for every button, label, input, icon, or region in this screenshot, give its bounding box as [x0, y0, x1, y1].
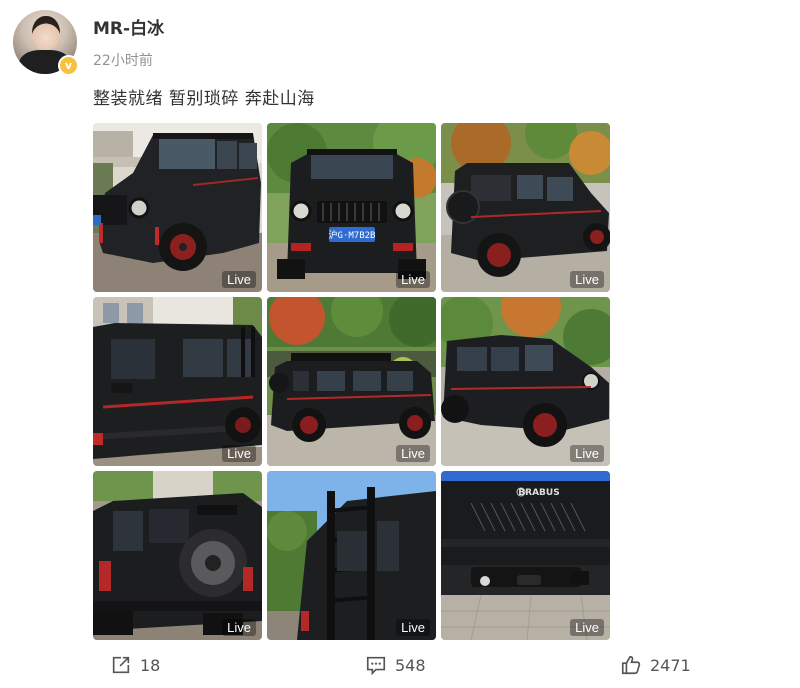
photo-1[interactable]: Live	[93, 123, 262, 292]
post-text: 整装就绪 暂别琐碎 奔赴山海	[93, 89, 315, 109]
photo-4[interactable]: Live	[93, 297, 262, 466]
user-avatar[interactable]: v	[13, 10, 79, 76]
photo-2[interactable]: 沪G·M7B2B Live	[267, 123, 436, 292]
comment-count: 548	[395, 655, 426, 675]
post-timestamp[interactable]: 22小时前	[93, 50, 153, 70]
photo-6[interactable]: Live	[441, 297, 610, 466]
photo-9[interactable]: BRABUS Live	[441, 471, 610, 640]
photo-grid: Live 沪G·M7B2B Live Live Live Live Live L…	[93, 123, 610, 641]
share-icon	[112, 656, 130, 674]
repost-button[interactable]: 18	[110, 654, 160, 676]
live-badge: Live	[222, 271, 256, 288]
username[interactable]: MR-白冰	[93, 14, 164, 39]
license-plate-text: 沪G·M7B2B	[329, 229, 376, 241]
like-button[interactable]: 2471	[620, 654, 691, 676]
live-badge: Live	[570, 619, 604, 636]
photo-3[interactable]: Live	[441, 123, 610, 292]
comment-icon	[366, 656, 386, 676]
live-badge: Live	[396, 445, 430, 462]
live-badge: Live	[396, 619, 430, 636]
photo-5[interactable]: Live	[267, 297, 436, 466]
live-badge: Live	[396, 271, 430, 288]
live-badge: Live	[222, 445, 256, 462]
live-badge: Live	[570, 271, 604, 288]
live-badge: Live	[570, 445, 604, 462]
verified-badge-icon: v	[58, 55, 79, 76]
thumbs-up-icon	[621, 655, 641, 675]
photo-8[interactable]: Live	[267, 471, 436, 640]
photo-7[interactable]: Live	[93, 471, 262, 640]
like-count: 2471	[650, 655, 691, 675]
action-bar: 18 548 2471	[0, 654, 800, 678]
comment-button[interactable]: 548	[365, 654, 426, 676]
live-badge: Live	[222, 619, 256, 636]
repost-count: 18	[140, 655, 161, 675]
